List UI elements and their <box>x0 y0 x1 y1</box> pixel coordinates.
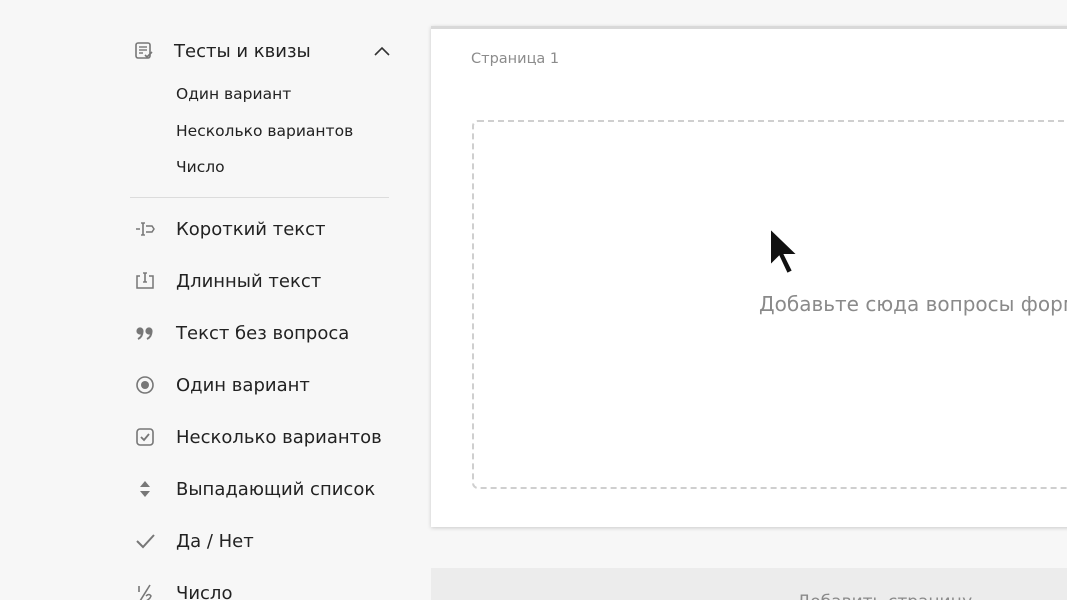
group-label: Тесты и квизы <box>174 40 311 62</box>
item-label: Один вариант <box>176 374 310 396</box>
question-types-sidebar: Тесты и квизы Один вариант Несколько вар… <box>0 0 430 600</box>
dropdown-icon <box>130 478 160 500</box>
fraction-icon <box>130 582 160 600</box>
item-label: Короткий текст <box>176 218 326 240</box>
long-text-icon <box>130 270 160 292</box>
item-label: Длинный текст <box>176 270 322 292</box>
form-builder: Тесты и квизы Один вариант Несколько вар… <box>0 0 1067 600</box>
mouse-cursor-icon <box>769 226 801 276</box>
sidebar-item-short-text[interactable]: Короткий текст <box>130 212 400 246</box>
quiz-icon <box>134 41 162 61</box>
group-tests-quizzes[interactable]: Тесты и квизы <box>130 34 392 68</box>
sidebar-item-single-choice[interactable]: Один вариант <box>130 368 400 402</box>
checkbox-icon <box>130 426 160 448</box>
item-label: Текст без вопроса <box>176 322 350 344</box>
page-title: Страница 1 <box>471 51 560 67</box>
form-page-card: Страница 1 Добавьте сюда вопросы формы <box>431 26 1067 527</box>
sidebar-item-multiple-choice[interactable]: Несколько вариантов <box>130 420 400 454</box>
sidebar-item-long-text[interactable]: Длинный текст <box>130 264 400 298</box>
sidebar-item-text-without-question[interactable]: Текст без вопроса <box>130 316 400 350</box>
radio-icon <box>130 374 160 396</box>
sidebar-divider <box>130 197 389 198</box>
sidebar-item-yes-no[interactable]: Да / Нет <box>130 524 400 558</box>
check-icon <box>130 530 160 552</box>
subitem-single-choice[interactable]: Один вариант <box>176 83 291 105</box>
add-page-label: Добавить страницу <box>797 592 972 600</box>
dropzone-hint: Добавьте сюда вопросы формы <box>759 292 1067 316</box>
item-label: Число <box>176 582 233 600</box>
add-page-button[interactable]: Добавить страницу <box>431 568 1067 600</box>
subitem-multiple-choice[interactable]: Несколько вариантов <box>176 120 353 142</box>
subitem-number[interactable]: Число <box>176 156 225 178</box>
sidebar-item-dropdown[interactable]: Выпадающий список <box>130 472 400 506</box>
item-label: Выпадающий список <box>176 478 376 500</box>
chevron-up-icon[interactable] <box>372 41 392 61</box>
quote-icon <box>130 322 160 344</box>
item-label: Да / Нет <box>176 530 254 552</box>
short-text-icon <box>130 218 160 240</box>
item-label: Несколько вариантов <box>176 426 382 448</box>
sidebar-item-number[interactable]: Число <box>130 576 400 600</box>
questions-dropzone[interactable]: Добавьте сюда вопросы формы <box>472 120 1067 489</box>
